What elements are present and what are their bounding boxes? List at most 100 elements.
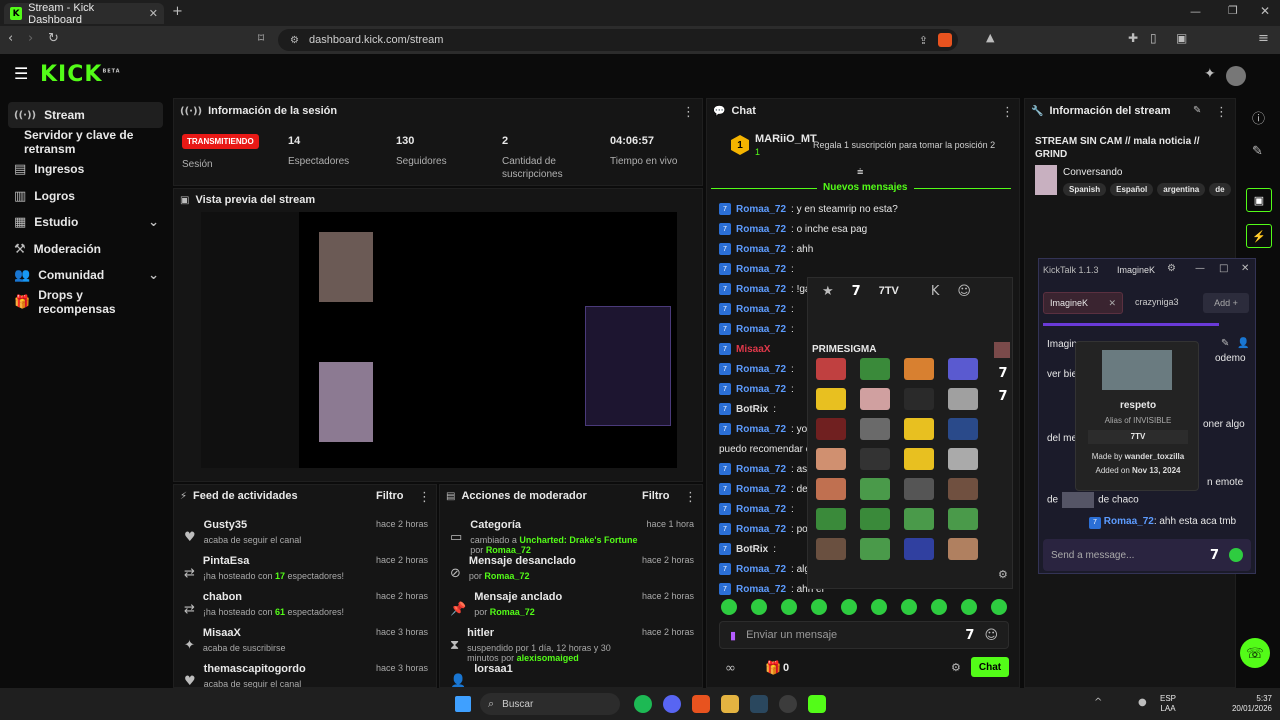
taskbar-search[interactable]: ⌕ Buscar — [480, 693, 620, 715]
chat-username[interactable]: Romaa_72 — [736, 264, 786, 275]
kicktalk-input[interactable]: Send a message... 7 — [1043, 539, 1251, 571]
pen-icon[interactable]: ✎ — [1252, 144, 1263, 159]
kick-icon[interactable] — [808, 695, 826, 713]
chat-username[interactable]: Romaa_72 — [736, 584, 786, 595]
extensions-icon[interactable]: ✚ — [1128, 31, 1138, 45]
emote-set-avatar[interactable] — [994, 342, 1010, 358]
emote-cell[interactable] — [948, 478, 978, 500]
kicktalk-add-button[interactable]: Add + — [1203, 293, 1249, 313]
sidebar-item-stream[interactable]: ((·)) Stream — [8, 102, 163, 128]
emote-cell[interactable] — [860, 508, 890, 530]
send-chat-button[interactable]: Chat — [971, 657, 1009, 677]
7tv-set-icon[interactable]: 7 — [994, 366, 1012, 381]
gift-icon[interactable]: 🎁 — [765, 661, 781, 676]
emote-cell[interactable] — [904, 478, 934, 500]
7tv-emote-button-icon[interactable]: 7 — [965, 628, 974, 643]
info-icon[interactable]: ⓘ — [1252, 108, 1265, 127]
quick-emote[interactable] — [871, 599, 887, 615]
emote-cell[interactable] — [816, 388, 846, 410]
emote-cell[interactable] — [948, 358, 978, 380]
quick-emote[interactable] — [811, 599, 827, 615]
sidebar-item-achievements[interactable]: ▥ Logros — [8, 183, 163, 209]
chat-username[interactable]: Romaa_72 — [736, 284, 786, 295]
new-tab-icon[interactable]: + — [172, 4, 183, 19]
obs-icon[interactable] — [779, 695, 797, 713]
hamburger-menu-icon[interactable]: ☰ — [14, 64, 28, 83]
share-icon[interactable]: ⇪ — [919, 34, 928, 47]
gift-sub-text[interactable]: Regala 1 suscripción para tomar la posic… — [813, 140, 995, 150]
site-info-icon[interactable]: ⚙ — [290, 35, 299, 46]
magic-icon[interactable]: ✦ — [1204, 66, 1216, 82]
sidebar-item-income[interactable]: ▤ Ingresos — [8, 156, 163, 182]
emote-cell[interactable] — [816, 418, 846, 440]
bookmark-icon[interactable]: ⌑ — [258, 31, 264, 45]
chat-username[interactable]: Romaa_72 — [736, 204, 786, 215]
quick-emote[interactable] — [721, 599, 737, 615]
chat-username[interactable]: Romaa_72 — [736, 424, 786, 435]
quick-emote[interactable] — [901, 599, 917, 615]
chat-username[interactable]: Romaa_72 — [736, 244, 786, 255]
minimize-icon[interactable]: — — [1195, 263, 1205, 274]
chat-username[interactable]: Romaa_72 — [736, 464, 786, 475]
chat-username[interactable]: Romaa_72 — [736, 384, 786, 395]
emote-cell[interactable] — [860, 448, 890, 470]
emote-cell[interactable] — [904, 358, 934, 380]
emote-cell[interactable] — [860, 358, 890, 380]
spotify-icon[interactable] — [634, 695, 652, 713]
browser-tab[interactable]: K Stream - Kick Dashboard ✕ — [4, 2, 164, 26]
chat-username[interactable]: Romaa_72 — [736, 484, 786, 495]
kicktalk-user[interactable]: ImagineK — [1117, 265, 1155, 275]
clock[interactable]: 5:37 20/01/2026 — [1222, 694, 1272, 714]
chat-username[interactable]: Romaa_72 — [736, 504, 786, 515]
browser-menu-icon[interactable]: ≡ — [1258, 31, 1269, 46]
brave-icon[interactable] — [692, 695, 710, 713]
rail-button-1[interactable]: ▣ — [1246, 188, 1272, 212]
address-bar[interactable]: ⚙ dashboard.kick.com/stream ⇪ — [278, 29, 958, 51]
emote-cell[interactable] — [860, 478, 890, 500]
emote-cell[interactable] — [948, 538, 978, 560]
collapse-icon[interactable]: ⩧ — [857, 165, 863, 179]
quick-emote[interactable] — [751, 599, 767, 615]
7tv-set-icon-2[interactable]: 7 — [994, 389, 1012, 404]
emote-cell[interactable] — [860, 538, 890, 560]
top-gifter[interactable]: MARiiO_MT — [755, 133, 817, 145]
discord-icon[interactable] — [663, 695, 681, 713]
wallet-icon[interactable]: ▣ — [1176, 31, 1187, 45]
emote-cell[interactable] — [904, 538, 934, 560]
quick-emote[interactable] — [991, 599, 1007, 615]
quick-emote[interactable] — [931, 599, 947, 615]
kicktalk-settings-icon[interactable]: ⚙ — [1167, 263, 1176, 274]
maximize-icon[interactable]: □ — [1219, 263, 1228, 274]
emote-cell[interactable] — [904, 418, 934, 440]
7tv-tab-icon[interactable]: 7 — [852, 284, 861, 299]
quick-emote[interactable] — [961, 599, 977, 615]
emote-cell[interactable] — [904, 448, 934, 470]
kick-logo[interactable]: KICKBETA — [40, 62, 121, 87]
rail-bolt-icon[interactable]: ⚡ — [1246, 224, 1272, 248]
sidebar-item-moderation[interactable]: ⚒ Moderación — [8, 236, 163, 262]
sidebar-item-server-key[interactable]: Servidor y clave de retransm — [18, 128, 178, 156]
minimize-icon[interactable]: — — [1190, 5, 1201, 18]
kicktalk-tab[interactable]: crazynigа3 — [1135, 297, 1179, 307]
7tv-tab[interactable]: 7TV — [879, 285, 899, 297]
file-explorer-icon[interactable] — [721, 695, 739, 713]
emote-cell[interactable] — [816, 358, 846, 380]
sidebar-item-drops[interactable]: 🎁 Drops y recompensas — [8, 288, 163, 316]
quick-emote[interactable] — [781, 599, 797, 615]
kicktalk-tab-active[interactable]: ImagineK ✕ — [1043, 292, 1123, 314]
microphone-icon[interactable]: ● — [1138, 697, 1147, 708]
language-indicator[interactable]: ESP LAA — [1160, 694, 1176, 714]
chat-username[interactable]: Romaa_72 — [736, 564, 786, 575]
sidebar-toggle-icon[interactable]: ▯ — [1150, 31, 1157, 45]
emote-cell[interactable] — [948, 388, 978, 410]
emote-cell[interactable] — [904, 388, 934, 410]
chat-username[interactable]: BotRix — [736, 404, 768, 415]
chat-username[interactable]: Romaa_72 — [736, 304, 786, 315]
steam-icon[interactable] — [750, 695, 768, 713]
emote-cell[interactable] — [948, 448, 978, 470]
sidebar-item-studio[interactable]: ▦ Estudio ⌄ — [8, 209, 163, 235]
tray-overflow-icon[interactable]: ^ — [1094, 697, 1102, 708]
pin-icon[interactable]: ✎ — [1221, 338, 1229, 349]
emote-cell[interactable] — [816, 478, 846, 500]
close-icon[interactable]: ✕ — [1241, 263, 1249, 274]
